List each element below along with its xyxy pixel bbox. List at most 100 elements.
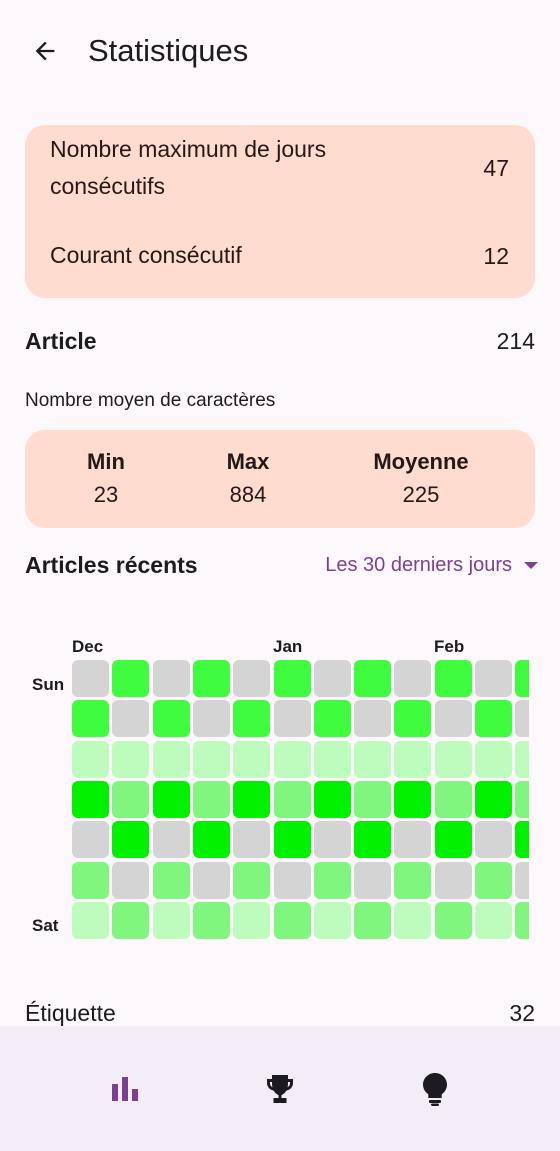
heatmap-cell [475, 901, 512, 939]
bottom-navigation [0, 1026, 560, 1151]
heatmap-cell [192, 700, 230, 738]
heatmap-cell [313, 901, 351, 939]
max-column: Max 884 [227, 447, 270, 513]
heatmap-cell [354, 700, 392, 738]
heatmap-cell [112, 861, 150, 899]
heatmap-cell [152, 821, 190, 859]
period-dropdown[interactable]: Les 30 derniers jours [325, 554, 538, 577]
period-dropdown-label: Les 30 derniers jours [325, 554, 512, 576]
heatmap-cell [475, 700, 512, 738]
max-label: Max [226, 449, 270, 474]
heatmap-cell [72, 901, 109, 939]
article-label: Article [25, 328, 97, 354]
heatmap-cell [273, 780, 311, 818]
nav-tips[interactable] [342, 1026, 528, 1151]
heatmap-cell [313, 660, 351, 697]
heatmap-cell [394, 861, 432, 899]
heatmap-cell [394, 901, 432, 939]
heatmap-cell [394, 780, 432, 818]
current-streak-label: Courant consécutif [50, 242, 242, 268]
average-label: Moyenne [373, 449, 469, 474]
back-button[interactable] [24, 30, 66, 72]
streak-card: Nombre maximum de jours consécutifs 47 C… [25, 125, 535, 298]
heatmap-cell [475, 821, 512, 859]
heatmap-cell [354, 861, 392, 899]
heatmap-cell [475, 740, 512, 778]
current-streak-value: 12 [483, 243, 509, 269]
heatmap-cell [434, 700, 472, 738]
top-app-bar: Statistiques [0, 0, 560, 100]
heatmap-cell [273, 821, 311, 859]
lightbulb-icon [423, 1072, 447, 1106]
heatmap-cell [394, 740, 432, 778]
heatmap-cell [273, 700, 311, 738]
tags-count: 32 [509, 1000, 535, 1026]
heatmap-cell [515, 780, 529, 818]
heatmap-cell [273, 901, 311, 939]
day-label-sat: Sat [32, 916, 59, 935]
heatmap-cell [72, 821, 109, 859]
heatmap-cell [72, 740, 109, 778]
heatmap-cell [233, 780, 271, 818]
heatmap-cell [192, 660, 230, 697]
heatmap-cell [515, 821, 529, 859]
max-streak-label: Nombre maximum de jours consécutifs [50, 136, 327, 199]
heatmap-cell [152, 901, 190, 939]
heatmap-cell [233, 660, 271, 697]
heatmap-cell [354, 780, 392, 818]
heatmap-cell [152, 780, 190, 818]
heatmap-cell [354, 901, 392, 939]
arrow-back-icon [35, 41, 55, 61]
heatmap-cell [434, 660, 472, 697]
min-value: 23 [93, 482, 119, 507]
heatmap-cell [475, 780, 512, 818]
heatmap-cell [233, 821, 271, 859]
heatmap-cell [72, 660, 109, 697]
avg-chars-title: Nombre moyen de caractères [25, 390, 276, 411]
heatmap-cell [313, 780, 351, 818]
trophy-icon [267, 1074, 293, 1103]
article-count: 214 [496, 328, 535, 354]
heatmap-cell [354, 821, 392, 859]
heatmap-cell [152, 660, 190, 697]
page-title: Statistiques [88, 33, 249, 68]
heatmap-cell [192, 861, 230, 899]
heatmap-cell [112, 901, 150, 939]
heatmap-cell [515, 700, 529, 738]
min-column: Min 23 [87, 447, 125, 513]
heatmap-cell [313, 740, 351, 778]
heatmap-cell [475, 861, 512, 899]
activity-heatmap [70, 660, 529, 941]
heatmap-cell [192, 901, 230, 939]
heatmap-cell [112, 660, 150, 697]
heatmap-cell [394, 700, 432, 738]
heatmap-cell [72, 780, 109, 818]
heatmap-cell [313, 700, 351, 738]
bar-chart-icon [112, 1076, 138, 1101]
heatmap-cell [354, 660, 392, 697]
heatmap-cell [233, 901, 271, 939]
heatmap-cell [515, 660, 529, 697]
heatmap-cell [434, 901, 472, 939]
heatmap-cell [434, 861, 472, 899]
heatmap-cell [394, 660, 432, 697]
heatmap-cell [152, 700, 190, 738]
heatmap-cell [475, 660, 512, 697]
heatmap-cell [192, 740, 230, 778]
heatmap-cell [192, 821, 230, 859]
heatmap-cell [394, 821, 432, 859]
heatmap-cell [72, 700, 109, 738]
heatmap-cell [313, 821, 351, 859]
average-column: Moyenne 225 [373, 447, 468, 513]
max-value: 884 [229, 482, 267, 507]
heatmap-cell [273, 660, 311, 697]
heatmap-cell [112, 821, 150, 859]
recent-articles-title: Articles récents [25, 552, 198, 578]
max-streak-value: 47 [483, 155, 509, 181]
dropdown-arrow-icon [524, 562, 538, 569]
heatmap-cell [515, 740, 529, 778]
heatmap-cell [112, 780, 150, 818]
heatmap-cell [273, 740, 311, 778]
tags-label: Étiquette [25, 1000, 116, 1026]
heatmap-cell [434, 780, 472, 818]
